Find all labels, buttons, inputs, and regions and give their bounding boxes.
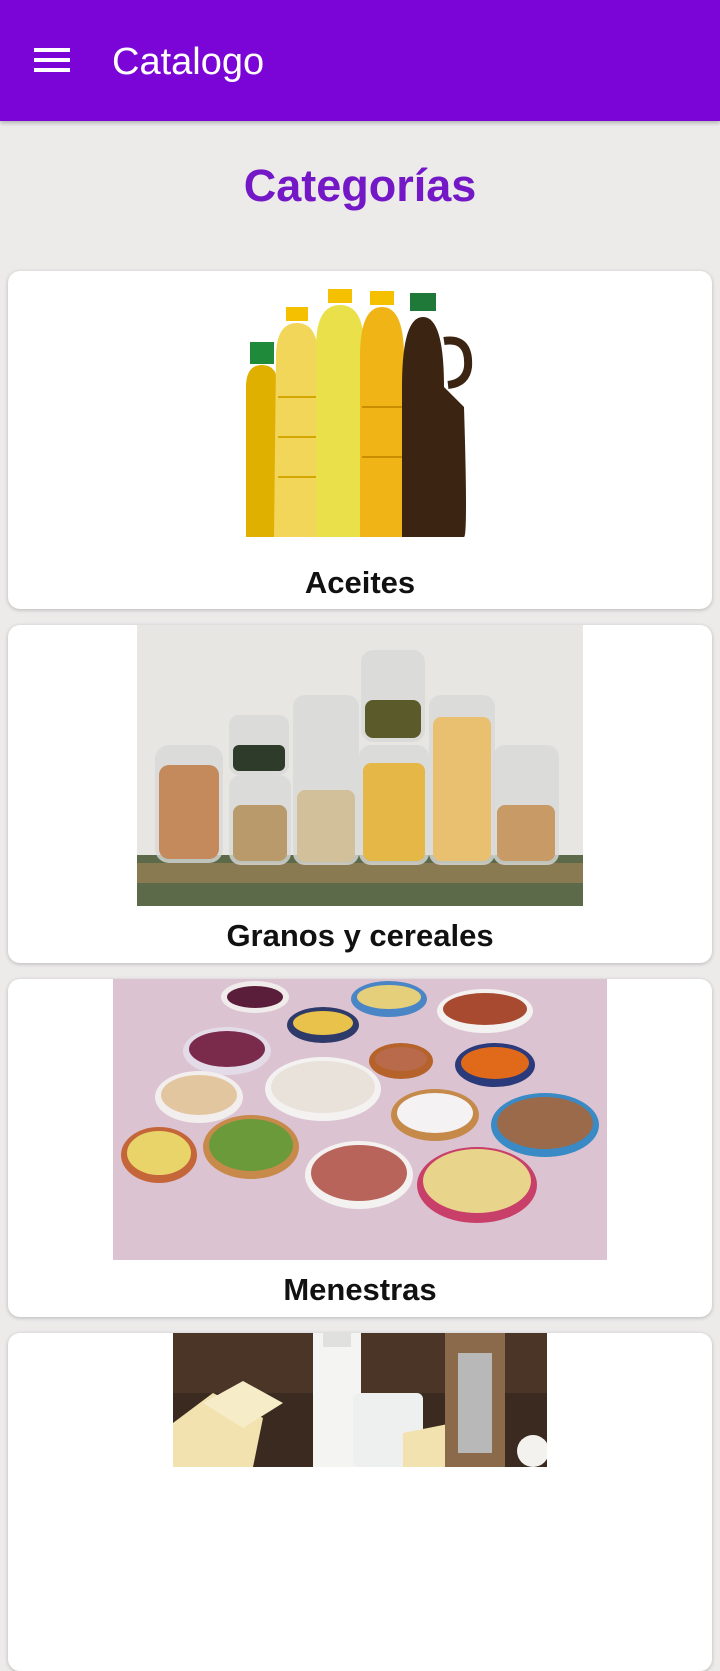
app-bar-title: Catalogo: [112, 41, 265, 83]
category-image-oils: [230, 287, 490, 547]
category-card-granos-cereales[interactable]: Granos y cereales: [8, 625, 712, 963]
hamburger-menu-icon: [34, 48, 70, 72]
category-card-lacteos[interactable]: [8, 1333, 712, 1671]
category-card-aceites[interactable]: Aceites: [8, 271, 712, 609]
category-image-legumes: [113, 979, 607, 1260]
category-label: Aceites: [304, 565, 416, 600]
category-label: Menestras: [283, 1272, 437, 1307]
app-bar: Catalogo: [0, 0, 720, 121]
page-title: Categorías: [243, 160, 477, 211]
category-label: Granos y cereales: [226, 918, 494, 953]
category-card-menestras[interactable]: Menestras: [8, 979, 712, 1317]
category-image-grains: [137, 625, 583, 906]
menu-button[interactable]: [24, 36, 80, 84]
category-image-dairy: [173, 1333, 547, 1467]
